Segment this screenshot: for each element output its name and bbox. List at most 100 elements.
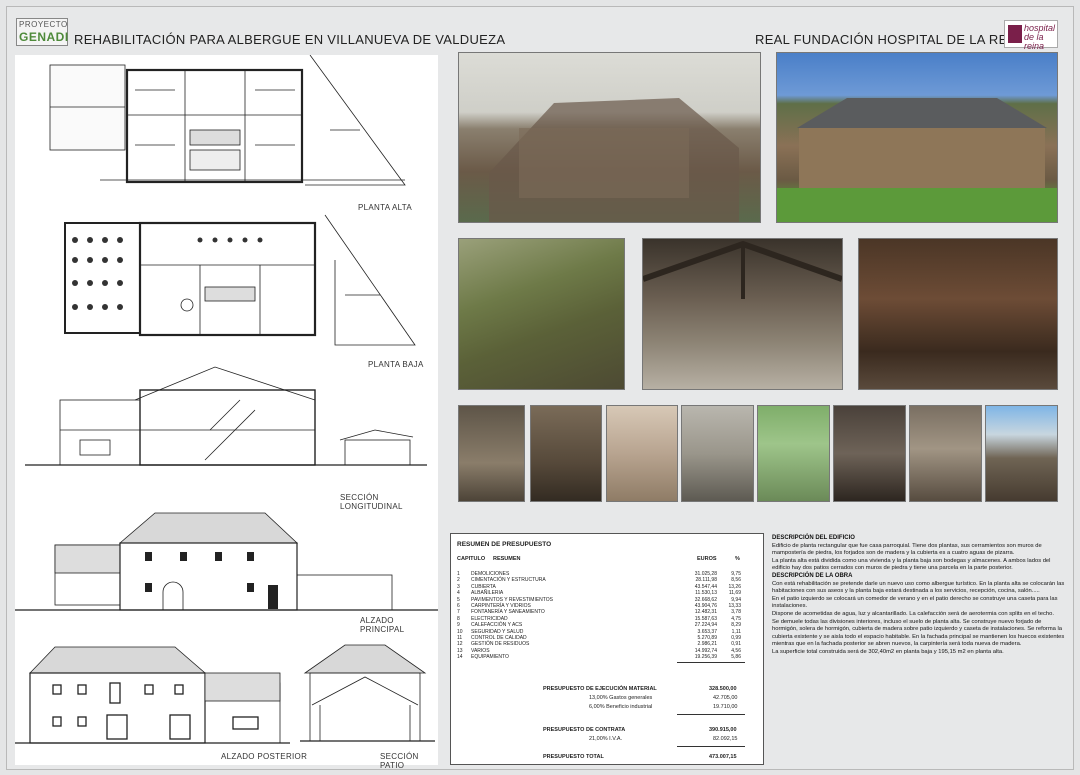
budget-cell-n: 8 <box>457 615 460 622</box>
budget-cell-euros: 11.530,13 <box>695 590 717 597</box>
budget-cell-euros: 27.224,94 <box>694 622 717 629</box>
logo-bottom-text: GENADI <box>19 30 69 44</box>
bi-label: 6,00% Beneficio industrial <box>589 704 653 710</box>
gg-value: 42.705,00 <box>713 695 738 701</box>
pem-value: 328.500,00 <box>709 686 737 692</box>
budget-cell-name: PAVIMENTOS Y REVESTIMIENTOS <box>471 596 553 603</box>
photo-ruined-interior <box>858 238 1058 390</box>
desc-paragraph-4: En el patio izquierdo se colocará un com… <box>772 595 1058 610</box>
budget-row: 5 PAVIMENTOS Y REVESTIMIENTOS 32.668,62 9,9… <box>457 597 757 603</box>
budget-cell-name: ELECTRICIDAD <box>471 615 508 622</box>
header-pct: % <box>735 556 740 562</box>
desc-paragraph-3: Con está rehabilitación se pretende darl… <box>772 580 1065 595</box>
photo-interior-4 <box>681 405 754 502</box>
pc-label: PRESUPUESTO DE CONTRATA <box>543 727 626 733</box>
budget-cell-name: FONTANERÍA Y SANEAMIENTO <box>471 609 545 616</box>
budget-row: 12 GESTIÓN DE RESIDUOS 2.986,21 0,91 <box>457 641 757 647</box>
budget-cell-euros: 32.668,62 <box>694 596 717 603</box>
budget-cell-name: GESTIÓN DE RESIDUOS <box>471 641 530 648</box>
label-alzado-posterior: ALZADO POSTERIOR <box>221 752 308 761</box>
budget-cell-pct: 4,56 <box>731 647 741 654</box>
budget-row: 8 ELECTRICIDAD 15.587,63 4,75 <box>457 616 757 622</box>
planta-baja-drawing <box>64 214 416 346</box>
budget-cell-pct: 9,94 <box>731 596 741 603</box>
total-label: PRESUPUESTO TOTAL <box>543 754 604 760</box>
building-description: DESCRIPCIÓN DEL EDIFICIO Edificio de pla… <box>772 535 1068 765</box>
budget-cell-euros: 43.904,76 <box>694 603 717 609</box>
budget-cell-name: CIMENTACIÓN Y ESTRUCTURA <box>471 577 546 584</box>
iva-label: 21,00% I.V.A. <box>589 736 623 742</box>
photo-interior-3 <box>606 405 678 502</box>
budget-table: RESUMEN DE PRESUPUESTO CAPITULO RESUMEN … <box>450 533 764 765</box>
label-planta-alta: PLANTA ALTA <box>358 203 412 212</box>
iva-value: 82.092,15 <box>713 736 738 742</box>
photo-interior-7 <box>909 405 982 502</box>
budget-cell-euros: 5.270,89 <box>697 635 717 641</box>
photo-exterior-front <box>458 52 761 223</box>
budget-cell-n: 10 <box>457 628 463 635</box>
desc-paragraph-5: Dispone de acometidas de agua, luz y alc… <box>772 610 1054 617</box>
budget-cell-n: 3 <box>457 583 460 590</box>
photo-patio-wall <box>458 238 625 390</box>
label-seccion-patio: SECCIÓN PATIO <box>380 752 419 770</box>
photo-attic-roof <box>642 238 843 390</box>
desc-paragraph-7: La superficie total construida será de 3… <box>772 648 1004 655</box>
budget-row: 4 ALBAÑILERIA 11.530,13 11,69 <box>457 590 757 596</box>
budget-cell-pct: 0,99 <box>731 635 741 641</box>
label-alzado-principal: ALZADO PRINCIPAL <box>360 616 405 634</box>
photo-interior-1 <box>458 405 525 502</box>
budget-cell-pct: 8,29 <box>731 622 741 629</box>
desc-paragraph-6: Se demuele todas las divisiones interior… <box>772 618 1065 648</box>
header-resumen: RESUMEN <box>493 556 521 562</box>
photo-interior-6 <box>833 405 906 502</box>
photo-interior-2 <box>530 405 602 502</box>
org-logo-bottom: de la reina <box>1024 32 1045 51</box>
seccion-patio-drawing <box>300 644 435 742</box>
budget-row: 2 CIMENTACIÓN Y ESTRUCTURA 28.111,98 8,56 <box>457 577 757 583</box>
header-euros: EUROS <box>697 556 717 562</box>
budget-cell-n: 7 <box>457 609 460 616</box>
budget-cell-n: 13 <box>457 647 463 654</box>
budget-cell-pct: 9,75 <box>731 571 741 577</box>
budget-cell-euros: 31.025,28 <box>694 571 717 577</box>
budget-cell-n: 5 <box>457 596 460 603</box>
budget-cell-name: ALBAÑILERIA <box>471 590 504 597</box>
pem-label: PRESUPUESTO DE EJECUCIÓN MATERIAL <box>543 686 657 692</box>
budget-cell-name: EQUIPAMIENTO <box>471 654 509 661</box>
budget-row: 9 CALEFACCIÓN Y ACS 27.224,94 8,29 <box>457 622 757 628</box>
budget-cell-n: 6 <box>457 603 460 609</box>
desc-paragraph-1: Edificio de planta rectangular que fue c… <box>772 542 1042 557</box>
drawings-panel: PLANTA ALTA PLANTA BAJA SECCIÓN LONGITUD… <box>15 54 438 770</box>
photo-interior-5 <box>757 405 830 502</box>
budget-cell-name: CUBIERTA <box>471 583 496 590</box>
budget-cell-pct: 11,69 <box>728 590 741 597</box>
desc-heading-obra: DESCRIPCIÓN DE LA OBRA <box>772 572 853 579</box>
gg-label: 13,00% Gastos generales <box>589 695 653 701</box>
header-capitulo: CAPITULO <box>457 556 486 562</box>
budget-cell-n: 12 <box>457 641 463 648</box>
budget-cell-n: 14 <box>457 654 463 661</box>
budget-cell-pct: 13,26 <box>728 583 741 590</box>
logo-top-text: PROYECTO <box>19 20 68 29</box>
alzado-principal-drawing <box>15 512 438 611</box>
budget-cell-euros: 28.111,98 <box>695 577 717 584</box>
budget-cell-euros: 43.547,44 <box>694 583 717 590</box>
budget-cell-n: 1 <box>457 571 460 577</box>
seccion-longitudinal-drawing <box>25 366 427 466</box>
label-seccion-longitudinal: SECCIÓN LONGITUDINAL <box>340 493 403 511</box>
hospital-reina-logo: hospital de la reina <box>1004 20 1058 51</box>
budget-row: 13 VARIOS 14.992,74 4,56 <box>457 648 757 654</box>
logo-mark <box>1008 25 1022 43</box>
label-planta-baja: PLANTA BAJA <box>368 360 424 369</box>
budget-cell-euros: 12.482,31 <box>694 609 717 616</box>
poster-title: REHABILITACIÓN PARA ALBERGUE EN VILLANUE… <box>74 32 506 47</box>
budget-cell-pct: 13,33 <box>728 603 741 609</box>
photo-exterior-rear <box>776 52 1058 223</box>
budget-cell-pct: 4,75 <box>731 615 741 622</box>
budget-cell-pct: 5,86 <box>731 654 741 661</box>
bi-value: 19.710,00 <box>713 704 738 710</box>
budget-cell-pct: 0,91 <box>731 641 741 648</box>
budget-row: 10 SEGURIDAD Y SALUD 3.653,37 1,11 <box>457 629 757 635</box>
budget-cell-n: 4 <box>457 590 460 597</box>
photo-exterior-side <box>985 405 1058 502</box>
